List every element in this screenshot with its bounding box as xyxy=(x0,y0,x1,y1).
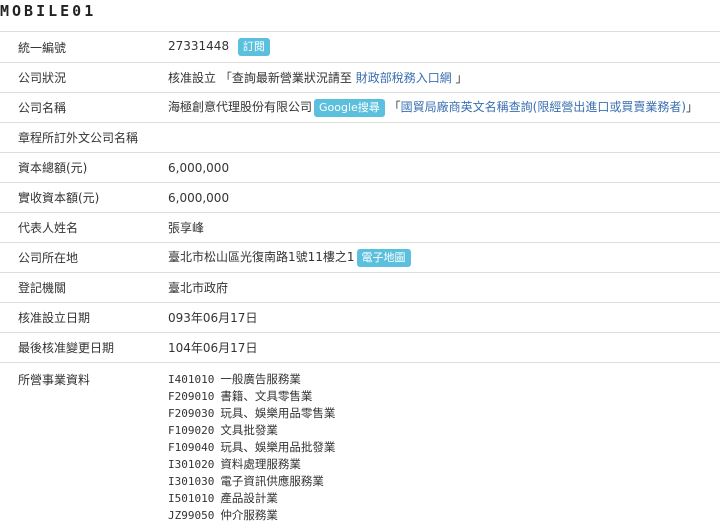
business-code: I401010 xyxy=(168,373,215,386)
business-item: I301030 電子資訊供應服務業 xyxy=(168,473,720,490)
row-label: 統一編號 xyxy=(0,31,151,63)
trade-bureau-link[interactable]: 國貿局廠商英文名稱查詢(限經營出進口或買賣業務者) xyxy=(401,100,686,114)
business-item: I401010 一般廣告服務業 xyxy=(168,371,720,388)
table-row: 核准設立日期 093年06月17日 xyxy=(0,302,720,333)
status-value: 核准設立 xyxy=(168,71,217,85)
row-label: 最後核准變更日期 xyxy=(0,332,151,363)
business-item: F109040 玩具、娛樂用品批發業 xyxy=(168,439,720,456)
row-label: 公司所在地 xyxy=(0,242,151,273)
row-value: 核准設立 「查詢最新營業狀況請至 財政部稅務入口網 」 xyxy=(151,62,720,93)
business-items: I401010 一般廣告服務業 F209010 書籍、文具零售業 F209030 玩具、娛… xyxy=(151,362,720,524)
map-button[interactable]: 電子地圖 xyxy=(356,249,411,267)
row-value: 海極創意代理股份有限公司 Google搜尋 「國貿局廠商英文名稱查詢(限經營出進口… xyxy=(151,92,720,123)
subscribe-button[interactable]: 訂閱 xyxy=(237,38,270,56)
business-list: I401010 一般廣告服務業 F209010 書籍、文具零售業 F209030 玩具、娛… xyxy=(168,371,720,524)
business-name: 仲介服務業 xyxy=(220,508,278,522)
open-quote: 「 xyxy=(388,100,401,114)
business-code: JZ99050 xyxy=(168,509,215,522)
row-label: 公司狀況 xyxy=(0,62,151,93)
table-row: 代表人姓名 張享峰 xyxy=(0,212,720,243)
company-name-value: 海極創意代理股份有限公司 xyxy=(168,100,313,114)
table-row: 公司狀況 核准設立 「查詢最新營業狀況請至 財政部稅務入口網 」 xyxy=(0,62,720,93)
table-row: 實收資本額(元) 6,000,000 xyxy=(0,182,720,213)
row-label: 核准設立日期 xyxy=(0,302,151,333)
business-item: F109020 文具批發業 xyxy=(168,422,720,439)
table-row: 所營事業資料 I401010 一般廣告服務業 F209010 書籍、文具零售業 F209… xyxy=(0,362,720,524)
row-label: 登記機關 xyxy=(0,272,151,303)
row-label: 資本總額(元) xyxy=(0,152,151,183)
business-name: 玩具、娛樂用品零售業 xyxy=(220,406,336,420)
row-label: 實收資本額(元) xyxy=(0,182,151,213)
table-row: 公司所在地 臺北市松山區光復南路1號11樓之1 電子地圖 xyxy=(0,242,720,273)
company-info-table: 統一編號 27331448 訂閱 公司狀況 核准設立 「查詢最新營業狀況請至 財… xyxy=(0,31,720,524)
logo-text: MOBILE01 xyxy=(0,2,97,20)
business-item: I301020 資料處理服務業 xyxy=(168,456,720,473)
row-value xyxy=(151,122,720,153)
business-name: 產品設計業 xyxy=(220,491,278,505)
row-value: 臺北市政府 xyxy=(151,272,720,303)
close-quote: 」 xyxy=(455,71,468,85)
row-label: 所營事業資料 xyxy=(0,362,151,524)
business-name: 玩具、娛樂用品批發業 xyxy=(220,440,336,454)
address-value: 臺北市松山區光復南路1號11樓之1 xyxy=(168,250,355,264)
row-value: 臺北市松山區光復南路1號11樓之1 電子地圖 xyxy=(151,242,720,273)
row-value: 093年06月17日 xyxy=(151,302,720,333)
tax-id-value: 27331448 xyxy=(168,39,230,53)
row-label: 公司名稱 xyxy=(0,92,151,123)
business-item: F209010 書籍、文具零售業 xyxy=(168,388,720,405)
business-code: F209010 xyxy=(168,390,215,403)
mobile01-logo: MOBILE01 xyxy=(0,0,130,22)
business-name: 一般廣告服務業 xyxy=(220,372,301,386)
tax-portal-link[interactable]: 財政部稅務入口網 xyxy=(356,71,452,85)
row-value: 6,000,000 xyxy=(151,182,720,213)
business-name: 書籍、文具零售業 xyxy=(220,389,313,403)
business-code: F209030 xyxy=(168,407,215,420)
business-item: F209030 玩具、娛樂用品零售業 xyxy=(168,405,720,422)
open-quote: 「 xyxy=(219,71,232,85)
row-value: 張享峰 xyxy=(151,212,720,243)
table-row: 最後核准變更日期 104年06月17日 xyxy=(0,332,720,363)
row-label: 代表人姓名 xyxy=(0,212,151,243)
business-item: I501010 產品設計業 xyxy=(168,490,720,507)
business-name: 文具批發業 xyxy=(220,423,278,437)
row-value: 6,000,000 xyxy=(151,152,720,183)
row-label: 章程所訂外文公司名稱 xyxy=(0,122,151,153)
business-code: F109040 xyxy=(168,441,215,454)
table-row: 統一編號 27331448 訂閱 xyxy=(0,31,720,63)
table-row: 公司名稱 海極創意代理股份有限公司 Google搜尋 「國貿局廠商英文名稱查詢(限… xyxy=(0,92,720,123)
business-code: I501010 xyxy=(168,492,215,505)
row-value: 27331448 訂閱 xyxy=(151,31,720,63)
business-name: 電子資訊供應服務業 xyxy=(220,474,324,488)
close-quote: 」 xyxy=(686,100,699,114)
table-row: 章程所訂外文公司名稱 xyxy=(0,122,720,153)
business-item: JZ99050 仲介服務業 xyxy=(168,507,720,524)
status-hint-text: 查詢最新營業狀況請至 xyxy=(231,71,352,85)
google-search-button[interactable]: Google搜尋 xyxy=(314,99,385,117)
business-code: I301020 xyxy=(168,458,215,471)
row-value: 104年06月17日 xyxy=(151,332,720,363)
table-row: 登記機關 臺北市政府 xyxy=(0,272,720,303)
table-row: 資本總額(元) 6,000,000 xyxy=(0,152,720,183)
business-code: F109020 xyxy=(168,424,215,437)
business-name: 資料處理服務業 xyxy=(220,457,301,471)
business-code: I301030 xyxy=(168,475,215,488)
